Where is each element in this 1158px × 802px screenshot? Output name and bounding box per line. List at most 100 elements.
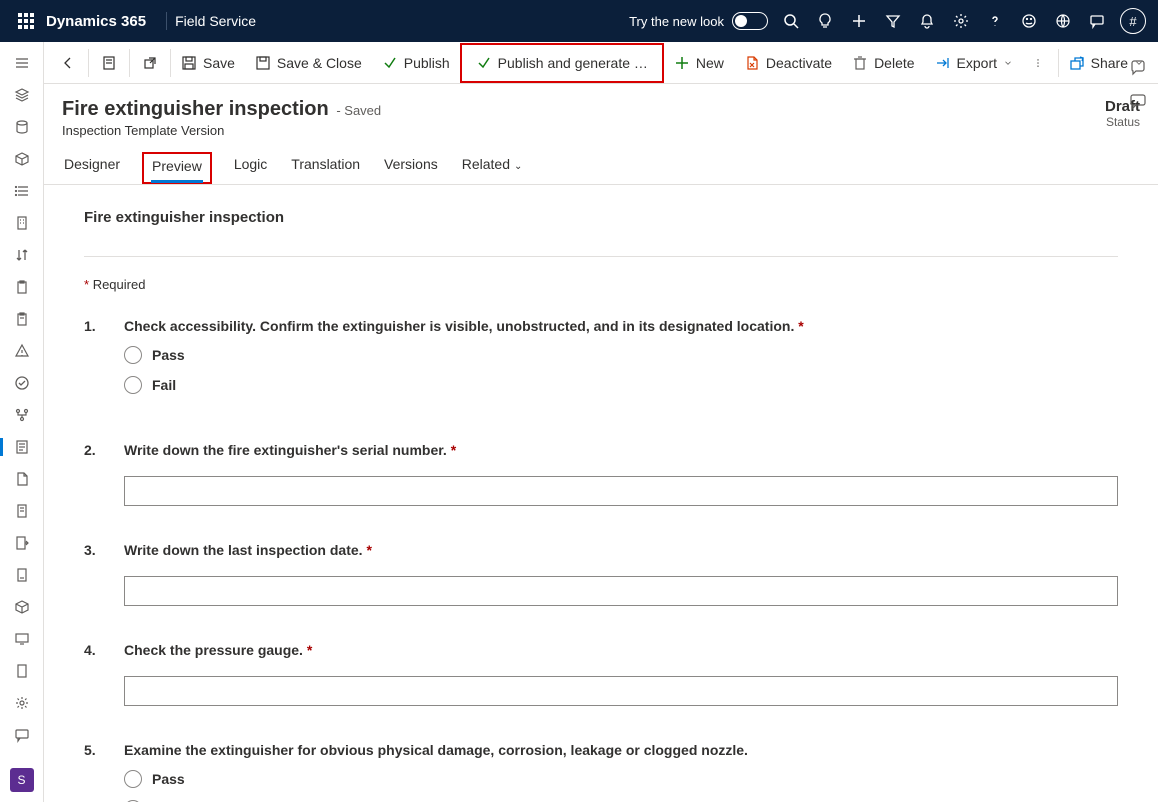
tab-preview[interactable]: Preview	[142, 152, 212, 184]
question-3: 3. Write down the last inspection date. …	[84, 542, 1118, 606]
deactivate-button[interactable]: Deactivate	[734, 43, 842, 83]
back-button[interactable]	[48, 43, 88, 83]
rail-branch-icon[interactable]	[0, 400, 44, 430]
pressure-gauge-input[interactable]	[124, 676, 1118, 706]
bell-icon[interactable]	[910, 0, 944, 42]
question-1: 1. Check accessibility. Confirm the exti…	[84, 318, 1118, 406]
question-label: Examine the extinguisher for obvious phy…	[124, 742, 1118, 758]
try-new-look-toggle[interactable]	[732, 12, 768, 30]
radio-icon[interactable]	[124, 346, 142, 364]
rail-layers-icon[interactable]	[0, 80, 44, 110]
try-new-look: Try the new look	[629, 12, 768, 30]
brand-label: Dynamics 365	[46, 13, 146, 30]
teams-chat-icon[interactable]	[1129, 92, 1147, 110]
publish-generate-button[interactable]: Publish and generate …	[460, 43, 664, 83]
last-inspection-date-input[interactable]	[124, 576, 1118, 606]
help-icon[interactable]	[978, 0, 1012, 42]
command-bar: Save Save & Close Publish Publish and ge…	[44, 42, 1158, 84]
rail-chat-icon[interactable]	[0, 720, 44, 750]
divider	[166, 12, 167, 30]
required-legend: * Required	[84, 277, 1118, 292]
export-button[interactable]: Export	[925, 43, 1023, 83]
chat-icon[interactable]	[1080, 0, 1114, 42]
rail-page-icon[interactable]	[0, 464, 44, 494]
serial-number-input[interactable]	[124, 476, 1118, 506]
question-number: 1.	[84, 318, 104, 406]
radio-icon[interactable]	[124, 376, 142, 394]
save-close-button[interactable]: Save & Close	[245, 43, 372, 83]
user-avatar[interactable]: #	[1120, 8, 1146, 34]
delete-button[interactable]: Delete	[842, 43, 924, 83]
rail-sort-icon[interactable]	[0, 240, 44, 270]
save-status: - Saved	[336, 103, 381, 118]
add-icon[interactable]	[842, 0, 876, 42]
radio-option-fail[interactable]: Fail	[124, 376, 1118, 394]
copilot-icon[interactable]	[1129, 58, 1147, 76]
rail-gear-icon[interactable]	[0, 688, 44, 718]
globe-icon[interactable]	[1046, 0, 1080, 42]
question-label: Check the pressure gauge. *	[124, 642, 1118, 658]
rail-clipboard-icon[interactable]	[0, 272, 44, 302]
question-2: 2. Write down the fire extinguisher's se…	[84, 442, 1118, 506]
publish-button[interactable]: Publish	[372, 43, 460, 83]
new-button[interactable]: New	[664, 43, 734, 83]
question-label: Write down the last inspection date. *	[124, 542, 1118, 558]
question-5: 5. Examine the extinguisher for obvious …	[84, 742, 1118, 802]
question-number: 5.	[84, 742, 104, 802]
try-new-look-label: Try the new look	[629, 14, 724, 29]
more-commands-button[interactable]	[1023, 43, 1053, 83]
entity-name: Inspection Template Version	[62, 123, 1105, 138]
divider	[84, 256, 1118, 257]
form-scroll-area[interactable]: Fire extinguisher inspection * Required …	[44, 185, 1158, 802]
tab-related[interactable]: Related⌄	[460, 156, 525, 184]
rail-export-icon[interactable]	[0, 528, 44, 558]
question-number: 3.	[84, 542, 104, 606]
question-4: 4. Check the pressure gauge. *	[84, 642, 1118, 706]
area-label[interactable]: Field Service	[175, 13, 256, 29]
rail-list-icon[interactable]	[0, 176, 44, 206]
page-title: Fire extinguisher inspection	[62, 98, 329, 120]
tab-translation[interactable]: Translation	[289, 156, 362, 184]
save-button[interactable]: Save	[171, 43, 245, 83]
right-rail	[1118, 58, 1158, 110]
open-record-set-icon[interactable]	[89, 43, 129, 83]
rail-doc2-icon[interactable]	[0, 560, 44, 590]
filter-icon[interactable]	[876, 0, 910, 42]
rail-blank-icon[interactable]	[0, 656, 44, 686]
tab-logic[interactable]: Logic	[232, 156, 269, 184]
radio-option-pass[interactable]: Pass	[124, 770, 1118, 788]
rail-device-icon[interactable]	[0, 624, 44, 654]
form-title: Fire extinguisher inspection	[84, 209, 1118, 226]
app-launcher-icon[interactable]	[18, 13, 34, 29]
record-header: Fire extinguisher inspection - Saved Ins…	[44, 84, 1158, 138]
site-map-rail: S	[0, 42, 44, 802]
question-label: Write down the fire extinguisher's seria…	[124, 442, 1118, 458]
rail-doc-icon[interactable]	[0, 496, 44, 526]
question-label: Check accessibility. Confirm the extingu…	[124, 318, 1118, 334]
rail-warning-icon[interactable]	[0, 336, 44, 366]
rail-package-icon[interactable]	[0, 144, 44, 174]
rail-app-switcher[interactable]: S	[10, 768, 34, 792]
rail-clipboard2-icon[interactable]	[0, 304, 44, 334]
rail-form-icon[interactable]	[0, 432, 44, 462]
radio-option-pass[interactable]: Pass	[124, 346, 1118, 364]
rail-cube-icon[interactable]	[0, 592, 44, 622]
tab-versions[interactable]: Versions	[382, 156, 440, 184]
popout-icon[interactable]	[130, 43, 170, 83]
global-navbar: Dynamics 365 Field Service Try the new l…	[0, 0, 1158, 42]
radio-icon[interactable]	[124, 770, 142, 788]
rail-check-icon[interactable]	[0, 368, 44, 398]
tab-designer[interactable]: Designer	[62, 156, 122, 184]
question-number: 2.	[84, 442, 104, 506]
settings-icon[interactable]	[944, 0, 978, 42]
question-number: 4.	[84, 642, 104, 706]
form-tabs: Designer Preview Logic Translation Versi…	[44, 138, 1158, 185]
rail-menu-icon[interactable]	[0, 48, 44, 78]
chevron-down-icon: ⌄	[514, 161, 522, 172]
emoji-icon[interactable]	[1012, 0, 1046, 42]
rail-building-icon[interactable]	[0, 208, 44, 238]
lightbulb-icon[interactable]	[808, 0, 842, 42]
status-label: Status	[1105, 115, 1140, 129]
search-icon[interactable]	[774, 0, 808, 42]
rail-data-icon[interactable]	[0, 112, 44, 142]
